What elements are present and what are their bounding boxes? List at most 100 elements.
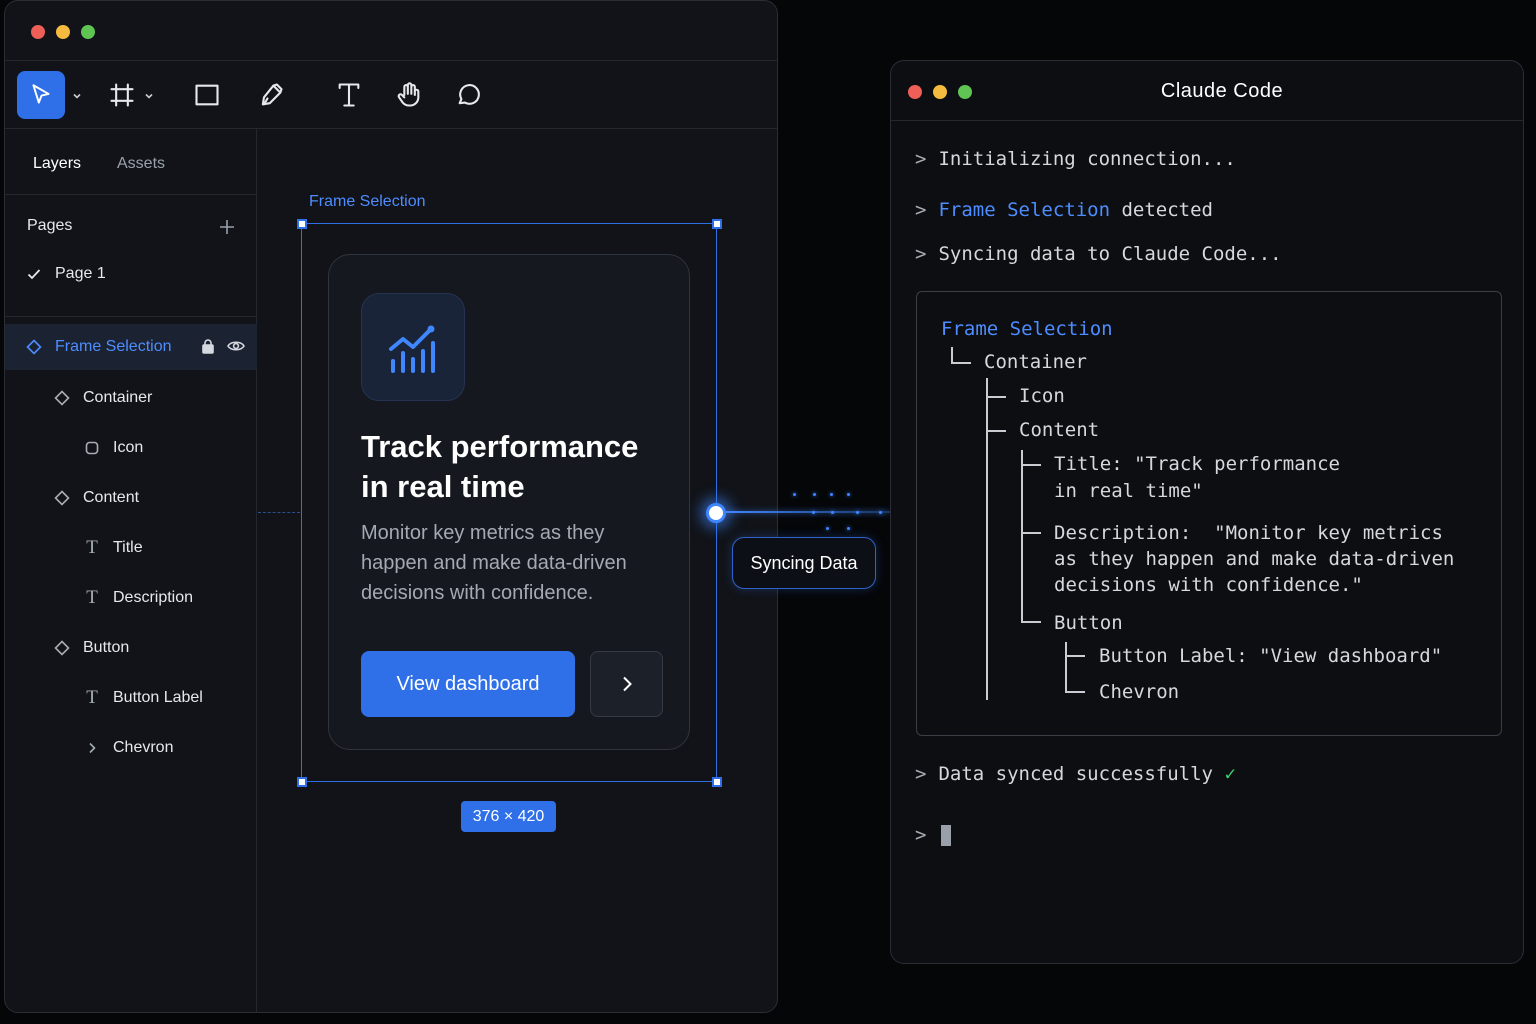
sidebar-tabs: Layers Assets [5,129,256,195]
layers-sidebar: Layers Assets Pages Page 1 Frame Selecti… [5,129,257,1012]
page-list-item[interactable]: Page 1 [27,265,106,283]
comment-tool-button[interactable] [451,71,487,119]
connector-particle [812,511,815,514]
view-dashboard-button[interactable]: View dashboard [361,651,575,717]
tree-node-content: Content [1019,419,1100,441]
tab-assets[interactable]: Assets [117,155,165,173]
chevron-right-icon [83,739,101,757]
tree-node-chevron: Chevron [1099,681,1180,703]
tree-node-description-line3: decisions with confidence." [1054,574,1363,596]
layer-label: Button Label [113,689,203,706]
connector-particle [830,493,833,496]
toolbar [5,61,777,129]
text-t-icon [338,83,360,107]
line-text: detected [1110,199,1213,221]
tree-node-description-line1: Description: "Monitor key metrics [1054,522,1443,544]
tree-connector [986,430,1006,432]
hand-tool-button[interactable] [391,71,427,119]
layer-tree-output: Frame Selection Container Icon Content T… [916,291,1502,736]
frame-selection-label: Frame Selection [309,193,426,210]
eye-visibility-icon[interactable] [227,338,245,359]
claude-code-terminal-window: Claude Code > Initializing connection... … [890,60,1524,964]
terminal-prompt[interactable]: > [915,824,938,846]
connector-node [706,503,726,523]
layer-content[interactable]: Content [5,475,257,521]
tree-connector [1065,642,1067,692]
frame-tool-button[interactable] [105,71,139,119]
close-window-button[interactable] [31,25,45,39]
connector-particle [813,493,816,496]
checkmark-icon [27,269,41,280]
frame-size-badge: 376 × 420 [461,801,556,832]
chevron-button[interactable] [590,651,663,717]
text-t-icon: T [86,687,98,708]
diamond-component-icon [53,639,71,657]
minimize-window-button[interactable] [56,25,70,39]
tree-root: Frame Selection [941,318,1113,340]
move-tool-button[interactable] [17,71,65,119]
resize-handle-bottom-right[interactable] [712,777,722,787]
rectangle-icon [195,84,219,106]
add-page-plus-icon[interactable] [217,217,237,237]
tree-connector [986,396,1006,398]
layer-title[interactable]: T Title [5,525,257,571]
syncing-data-status: Syncing Data [732,537,876,589]
layer-chevron[interactable]: Chevron [5,725,257,771]
text-t-icon: T [86,587,98,608]
move-tool-menu-chevron-icon[interactable] [71,89,83,107]
layer-button[interactable]: Button [5,625,257,671]
rounded-square-icon [83,439,101,457]
terminal-line: > Frame Selection detected [915,199,1213,221]
connector-particle [879,511,882,514]
tree-node-description-line2: as they happen and make data-driven [1054,548,1455,570]
line-text: Syncing data to Claude Code... [938,243,1282,265]
card-title: Track performance in real time [361,429,639,504]
tree-node-title-line1: Title: "Track performance [1054,453,1340,475]
diamond-component-icon [25,338,43,356]
layer-label: Icon [113,439,144,456]
layer-container[interactable]: Container [5,375,257,421]
resize-handle-bottom-left[interactable] [297,777,307,787]
tree-connector [1065,655,1085,657]
resize-handle-top-right[interactable] [712,219,722,229]
tree-connector [986,378,988,700]
tab-layers[interactable]: Layers [33,155,81,173]
text-tool-button[interactable] [331,71,367,119]
line-highlight: Frame Selection [938,199,1111,221]
maximize-window-button[interactable] [81,25,95,39]
rectangle-tool-button[interactable] [189,71,225,119]
terminal-line: > Initializing connection... [915,148,1236,170]
layer-label: Content [83,489,140,506]
layer-label: Chevron [113,739,174,756]
card-icon-container [361,293,465,401]
page-item-label: Page 1 [55,265,106,282]
window-titlebar [5,1,777,61]
hand-icon [397,82,420,107]
diamond-component-icon [53,489,71,507]
layer-description[interactable]: T Description [5,575,257,621]
layer-icon[interactable]: Icon [5,425,257,471]
terminal-cursor [941,825,951,846]
pen-tool-button[interactable] [253,71,289,119]
layer-label: Title [113,539,143,556]
connector-particle [793,493,796,496]
tree-connector [951,347,953,363]
frame-tool-menu-chevron-icon[interactable] [143,89,155,107]
pages-heading: Pages [27,217,73,234]
diamond-component-icon [53,389,71,407]
tree-connector [1065,691,1085,693]
pen-nib-icon [261,83,283,106]
chevron-right-icon [622,676,632,692]
connector-particle [856,511,859,514]
resize-handle-top-left[interactable] [297,219,307,229]
tree-node-container: Container [984,351,1087,373]
layer-button-label[interactable]: T Button Label [5,675,257,721]
layer-frame-selection[interactable]: Frame Selection [5,324,257,370]
line-text: Initializing connection... [938,148,1236,170]
frame-hash-icon [110,83,134,107]
sync-connector-line [726,511,890,513]
tree-connector [1021,532,1041,534]
terminal-titlebar: Claude Code [891,61,1523,121]
line-text: Data synced successfully [938,763,1213,785]
lock-icon[interactable] [201,338,215,359]
